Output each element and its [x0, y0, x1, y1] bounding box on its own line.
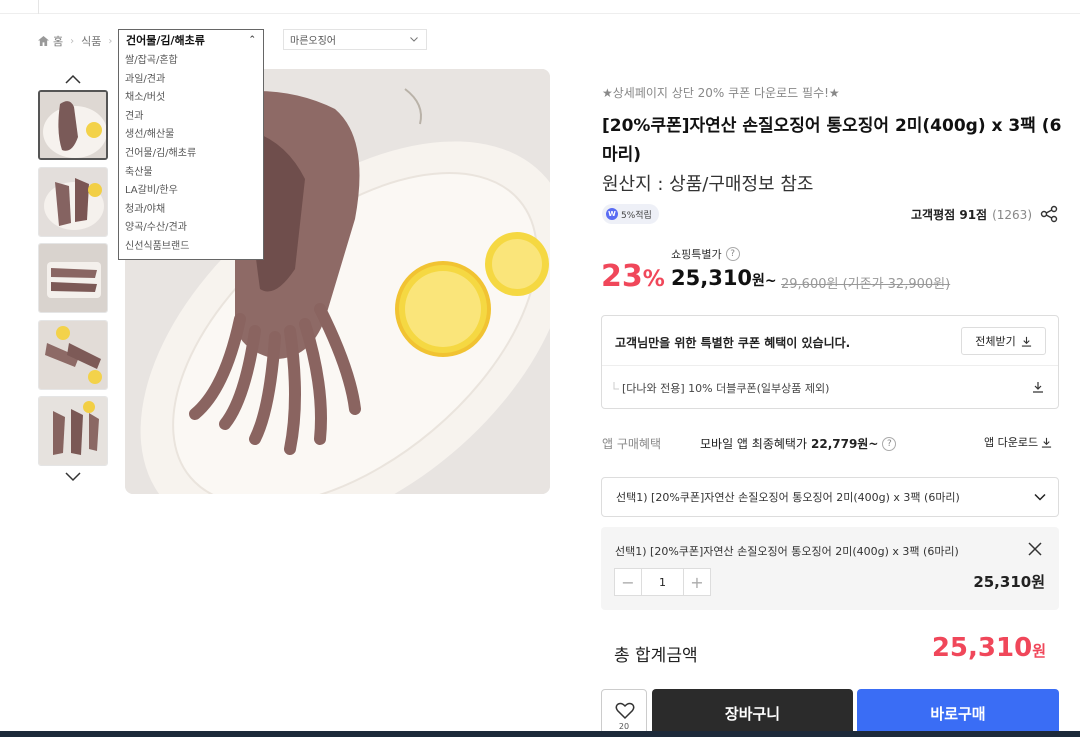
point-badge-label: 5%적립 — [621, 210, 652, 221]
breadcrumb: 홈 › 식품 › — [38, 30, 119, 52]
app-benefit-text: 모바일 앱 최종혜택가 — [700, 437, 807, 451]
coupon-item: [다나와 전용] 10% 더블쿠폰(일부상품 제외) — [622, 382, 830, 395]
home-icon — [38, 36, 49, 46]
wishlist-button[interactable]: 20 — [601, 689, 647, 737]
coupon-bullet-icon — [613, 382, 619, 390]
chevron-right-icon: › — [108, 35, 113, 47]
chevron-up-icon: ⌃ — [248, 35, 256, 45]
discount-rate: 23% — [601, 259, 665, 294]
category-option[interactable]: 과일/견과 — [125, 71, 263, 90]
review-count: (1263) — [992, 207, 1032, 222]
app-download-label: 앱 다운로드 — [984, 436, 1039, 449]
breadcrumb-level1[interactable]: 식품 — [81, 33, 101, 49]
app-benefit-label: 앱 구매혜택 — [602, 437, 662, 451]
help-icon[interactable]: ? — [882, 436, 897, 451]
product-title: [20%쿠폰]자연산 손질오징어 통오징어 2미(400g) x 3팩 (6마리… — [602, 116, 1062, 165]
category-option[interactable]: 견과 — [125, 108, 263, 127]
danawa-point-icon: W — [606, 208, 618, 220]
share-icon[interactable] — [1040, 205, 1058, 223]
category-dropdown-header[interactable]: 건어물/김/해초류 ⌃ — [119, 30, 263, 50]
category-option[interactable]: 청과/야채 — [125, 201, 263, 220]
sale-price-unit: 원~ — [752, 273, 777, 289]
category-option[interactable]: 양곡/수산/견과 — [125, 219, 263, 238]
chevron-right-icon: › — [70, 35, 75, 47]
category-option[interactable]: 신선식품브랜드 — [125, 238, 263, 257]
app-download-link[interactable]: 앱 다운로드 — [984, 434, 1052, 450]
point-badge: W 5%적립 — [602, 204, 659, 224]
download-icon — [1021, 336, 1031, 347]
sale-price: 25,310원~ — [671, 266, 777, 290]
coupon-download-icon[interactable] — [1032, 381, 1044, 393]
heart-icon — [615, 702, 635, 720]
original-price: 29,600원 (기존가 32,900원) — [781, 277, 951, 292]
increase-button[interactable]: + — [684, 569, 710, 595]
option-select[interactable]: 선택1) [20%쿠폰]자연산 손질오징어 통오징어 2미(400g) x 3팩… — [601, 477, 1059, 517]
app-benefit: 모바일 앱 최종혜택가 22,779원~ ? — [700, 435, 897, 452]
special-price-label: 쇼핑특별가 ? — [671, 246, 740, 262]
category-option[interactable]: 쌀/잡곡/혼합 — [125, 52, 263, 71]
subcategory-selected: 마른오징어 — [290, 36, 336, 47]
os-taskbar — [0, 731, 1080, 737]
category-dropdown-open[interactable]: 건어물/김/해초류 ⌃ 쌀/잡곡/혼합 과일/견과 채소/버섯 견과 생선/해산… — [118, 29, 264, 260]
product-origin: 원산지 : 상품/구매정보 참조 — [602, 174, 814, 195]
sale-price-value: 25,310 — [671, 266, 753, 290]
special-price-text: 쇼핑특별가 — [671, 248, 722, 261]
add-to-cart-button[interactable]: 장바구니 — [652, 689, 853, 737]
category-dropdown-selected: 건어물/김/해초류 — [126, 34, 205, 47]
customer-rating[interactable]: 고객평점 91점 (1263) — [911, 206, 1032, 223]
category-option[interactable]: 생선/해산물 — [125, 126, 263, 145]
rating-label: 고객평점 91점 — [911, 208, 988, 222]
total-label: 총 합계금액 — [614, 646, 698, 666]
discount-unit: % — [642, 267, 665, 292]
selected-option-price: 25,310원 — [973, 573, 1045, 591]
product-thumbnail[interactable] — [38, 396, 108, 466]
chevron-down-icon — [410, 37, 418, 42]
total-amount-unit: 원 — [1032, 642, 1046, 660]
top-border — [0, 0, 1080, 14]
thumbnail-next-icon[interactable] — [64, 471, 82, 483]
help-icon[interactable]: ? — [725, 247, 740, 261]
product-thumbnail[interactable] — [38, 243, 108, 313]
selected-option-name: 선택1) [20%쿠폰]자연산 손질오징어 통오징어 2미(400g) x 3팩… — [615, 545, 959, 558]
divider — [602, 365, 1058, 366]
chevron-down-icon — [1034, 493, 1046, 501]
quantity-stepper: − 1 + — [614, 568, 711, 596]
total-amount-value: 25,310 — [931, 633, 1033, 663]
quantity-value[interactable]: 1 — [641, 569, 684, 595]
category-option[interactable]: LA갈비/한우 — [125, 182, 263, 201]
thumbnail-prev-icon[interactable] — [64, 73, 82, 85]
category-option[interactable]: 축산물 — [125, 164, 263, 183]
download-icon — [1042, 437, 1052, 448]
app-benefit-price: 22,779원~ — [811, 437, 879, 451]
product-thumbnail[interactable] — [38, 90, 108, 160]
coupon-header: 고객님만을 위한 특별한 쿠폰 혜택이 있습니다. — [615, 336, 851, 350]
download-all-coupons-button[interactable]: 전체받기 — [961, 327, 1046, 355]
discount-number: 23 — [601, 259, 643, 294]
breadcrumb-home[interactable]: 홈 — [53, 33, 63, 49]
total-amount: 25,310원 — [932, 633, 1046, 663]
option-select-value: 선택1) [20%쿠폰]자연산 손질오징어 통오징어 2미(400g) x 3팩… — [616, 491, 960, 504]
close-icon[interactable] — [1027, 541, 1043, 557]
coupon-panel: 고객님만을 위한 특별한 쿠폰 혜택이 있습니다. 전체받기 [다나와 전용] … — [601, 315, 1059, 409]
product-thumbnail[interactable] — [38, 320, 108, 390]
wishlist-count: 20 — [618, 722, 630, 731]
buy-now-button[interactable]: 바로구매 — [857, 689, 1059, 737]
category-option[interactable]: 채소/버섯 — [125, 89, 263, 108]
promo-notice: ★상세페이지 상단 20% 쿠폰 다운로드 필수!★ — [602, 86, 840, 100]
download-all-label: 전체받기 — [975, 335, 1016, 348]
category-option[interactable]: 건어물/김/해초류 — [125, 145, 263, 164]
product-thumbnail[interactable] — [38, 167, 108, 237]
category-options: 쌀/잡곡/혼합 과일/견과 채소/버섯 견과 생선/해산물 건어물/김/해초류 … — [119, 50, 263, 257]
selected-option: 선택1) [20%쿠폰]자연산 손질오징어 통오징어 2미(400g) x 3팩… — [601, 527, 1059, 610]
subcategory-dropdown[interactable]: 마른오징어 — [283, 29, 427, 50]
decrease-button[interactable]: − — [615, 569, 641, 595]
